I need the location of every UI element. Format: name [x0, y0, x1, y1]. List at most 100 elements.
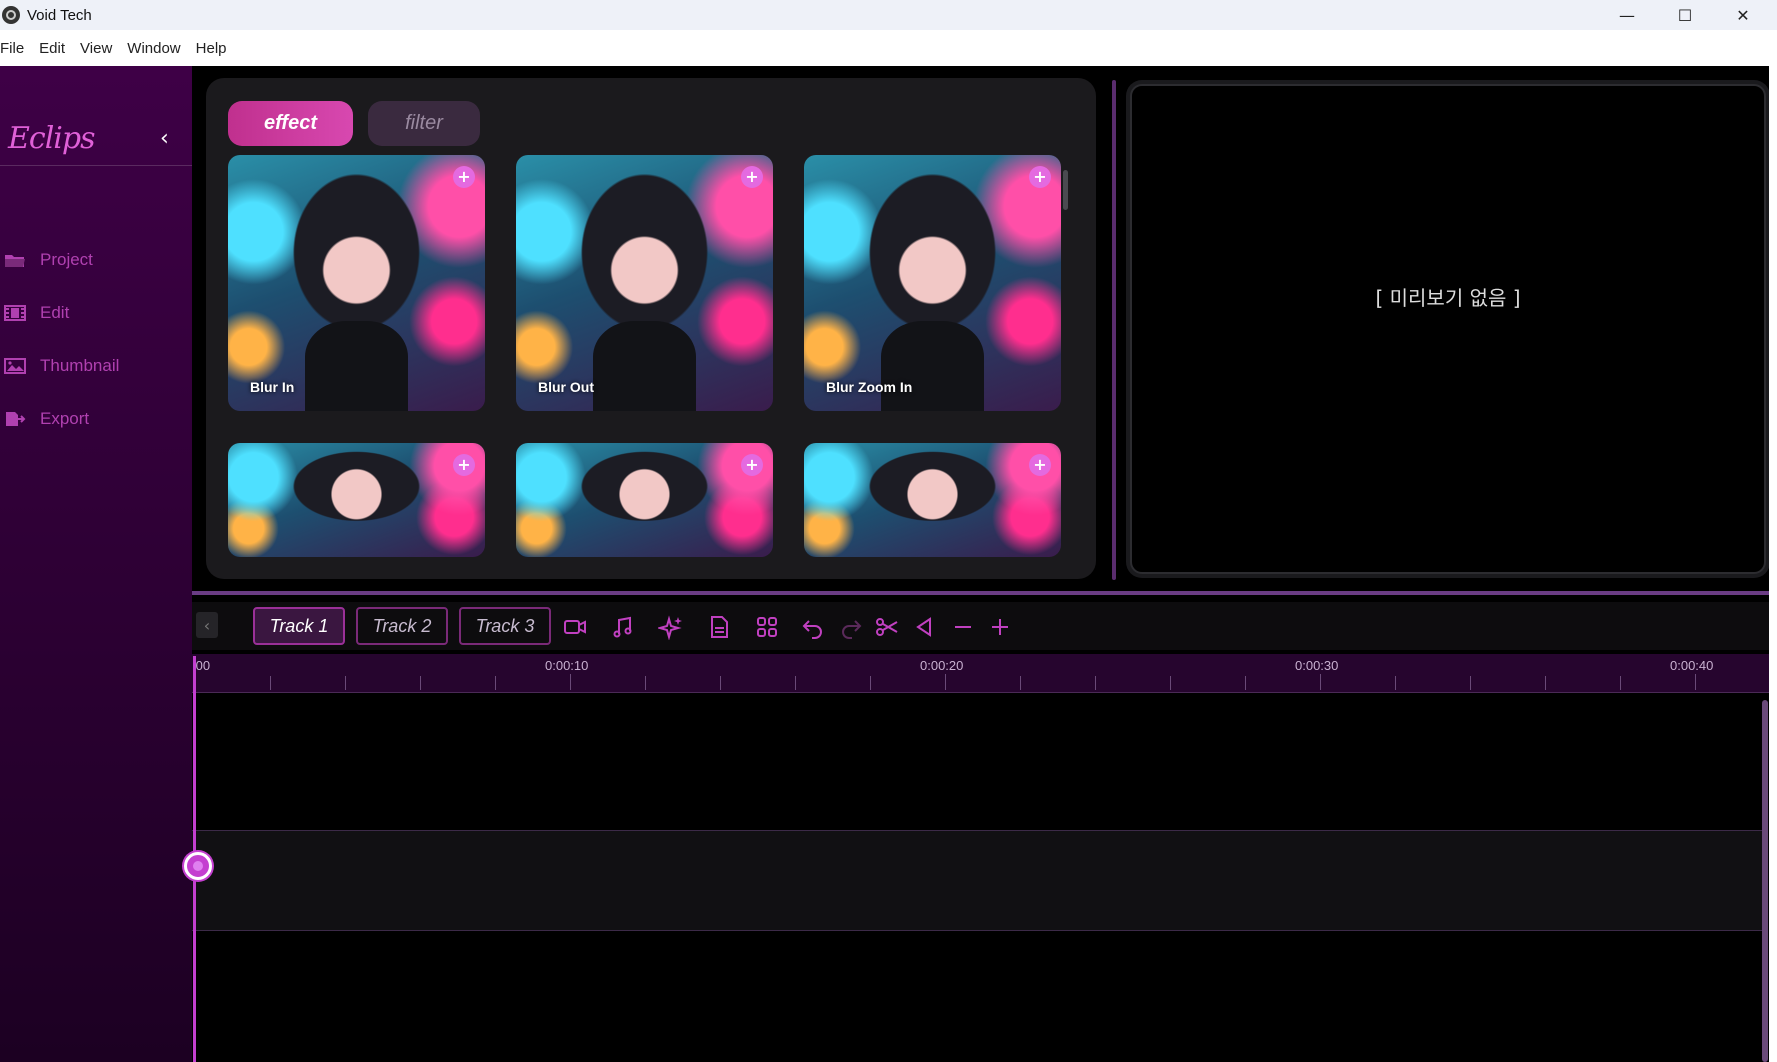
- minimize-button[interactable]: —: [1598, 0, 1656, 30]
- ruler-tick: [495, 676, 496, 690]
- music-icon[interactable]: [610, 614, 636, 640]
- add-effect-button[interactable]: +: [741, 454, 763, 476]
- ruler-tick: [720, 676, 721, 690]
- zoom-in-icon[interactable]: [987, 614, 1013, 640]
- redo-icon[interactable]: [838, 614, 864, 640]
- sidebar-item-label: Thumbnail: [40, 356, 120, 375]
- ruler-tick: [1395, 676, 1396, 690]
- effect-label: Blur Out: [538, 379, 594, 395]
- menu-file[interactable]: File: [0, 40, 24, 57]
- library-scrollbar[interactable]: [1063, 160, 1068, 500]
- thumbnail-image: [305, 321, 408, 411]
- sparkle-icon[interactable]: [656, 614, 684, 641]
- track-1-button[interactable]: Track 1: [253, 607, 345, 645]
- tab-effect[interactable]: effect: [228, 101, 353, 146]
- tab-filter[interactable]: filter: [368, 101, 480, 146]
- ruler-tick: [645, 676, 646, 690]
- ruler-label: 0:00:10: [545, 658, 589, 673]
- effect-card[interactable]: +: [228, 443, 485, 557]
- horizontal-splitter[interactable]: [192, 591, 1769, 595]
- grid-icon[interactable]: [754, 614, 780, 640]
- timeline-lane[interactable]: [192, 830, 1762, 931]
- window-title: Void Tech: [27, 6, 92, 24]
- ruler-tick: [1170, 676, 1171, 690]
- window-edge: [1769, 66, 1777, 1062]
- sidebar-divider: [0, 165, 192, 166]
- vertical-splitter[interactable]: [1112, 80, 1116, 580]
- menu-bar: File Edit View Window Help: [0, 30, 1777, 66]
- ruler-tick: [1470, 676, 1471, 690]
- ruler-tick: [270, 676, 271, 690]
- add-effect-button[interactable]: +: [1029, 166, 1051, 188]
- ruler-tick: [945, 674, 946, 690]
- sidebar-item-label: Export: [40, 409, 90, 428]
- trim-left-icon[interactable]: [912, 614, 938, 640]
- track-2-button[interactable]: Track 2: [356, 607, 448, 645]
- ruler-tick: [795, 676, 796, 690]
- ruler-label: 0:00:40: [1670, 658, 1714, 673]
- collapse-sidebar-button[interactable]: ‹: [160, 126, 169, 151]
- app-icon: [2, 6, 20, 24]
- ruler-label: 0:00:20: [920, 658, 964, 673]
- sidebar-item-project[interactable]: Project: [0, 245, 93, 275]
- sidebar-item-thumbnail[interactable]: Thumbnail: [0, 351, 119, 381]
- folder-icon: [5, 255, 25, 267]
- timeline-ruler[interactable]: :00 0:00:10 0:00:20 0:00:30 0:00:40: [192, 654, 1769, 692]
- maximize-button[interactable]: ☐: [1656, 0, 1714, 30]
- ruler-tick: [1020, 676, 1021, 690]
- ruler-tick: [1695, 674, 1696, 690]
- app-logo: Eclips: [8, 121, 95, 156]
- film-icon: [4, 305, 26, 321]
- thumbnail-image: [593, 321, 696, 411]
- ruler-tick: [1245, 676, 1246, 690]
- ruler-tick: [870, 676, 871, 690]
- ruler-tick: [420, 676, 421, 690]
- effect-label: Blur In: [250, 379, 295, 395]
- image-icon: [4, 358, 26, 374]
- thumbnail-image: [881, 321, 984, 411]
- zoom-out-icon[interactable]: [950, 614, 976, 640]
- title-bar: Void Tech: [0, 0, 1777, 30]
- add-effect-button[interactable]: +: [453, 166, 475, 188]
- menu-window[interactable]: Window: [127, 40, 180, 57]
- sidebar-item-edit[interactable]: Edit: [0, 298, 69, 328]
- effect-card[interactable]: +: [804, 443, 1061, 557]
- menu-help[interactable]: Help: [196, 40, 227, 57]
- ruler-tick: [1095, 676, 1096, 690]
- export-icon: [6, 412, 26, 426]
- ruler-tick: [1320, 674, 1321, 690]
- ruler-label: 0:00:30: [1295, 658, 1339, 673]
- effect-card-blur-zoom-in[interactable]: + Blur Zoom In: [804, 155, 1061, 411]
- ruler-tick: [570, 674, 571, 690]
- scissors-icon[interactable]: [874, 614, 900, 640]
- add-effect-button[interactable]: +: [453, 454, 475, 476]
- preview-panel: [ 미리보기 없음 ]: [1130, 84, 1766, 574]
- effect-label: Blur Zoom In: [826, 379, 913, 395]
- document-icon[interactable]: [706, 614, 732, 640]
- timeline-tracks[interactable]: [192, 693, 1769, 1062]
- effect-card[interactable]: +: [516, 443, 773, 557]
- add-effect-button[interactable]: +: [741, 166, 763, 188]
- playhead-handle[interactable]: [184, 852, 212, 880]
- preview-empty-text: [ 미리보기 없음 ]: [1375, 285, 1521, 310]
- menu-edit[interactable]: Edit: [39, 40, 65, 57]
- scrollbar-thumb[interactable]: [1063, 170, 1068, 210]
- sidebar-item-label: Edit: [40, 303, 70, 322]
- effect-card-blur-in[interactable]: + Blur In: [228, 155, 485, 411]
- sidebar-item-export[interactable]: Export: [0, 404, 89, 434]
- video-icon[interactable]: [562, 614, 588, 640]
- sidebar: Eclips ‹ Project Edit Thumbnail Export: [0, 66, 192, 1062]
- timeline-toolbar: ‹ Track 1 Track 2 Track 3: [192, 602, 1769, 650]
- toolbar-back-button[interactable]: ‹: [196, 612, 218, 638]
- add-effect-button[interactable]: +: [1029, 454, 1051, 476]
- effect-card-blur-out[interactable]: + Blur Out: [516, 155, 773, 411]
- menu-view[interactable]: View: [80, 40, 112, 57]
- ruler-tick: [345, 676, 346, 690]
- close-button[interactable]: ✕: [1714, 0, 1772, 30]
- timeline-scrollbar[interactable]: [1762, 700, 1768, 1062]
- undo-icon[interactable]: [800, 614, 826, 640]
- ruler-tick: [1620, 676, 1621, 690]
- ruler-tick: [1545, 676, 1546, 690]
- track-3-button[interactable]: Track 3: [459, 607, 551, 645]
- effect-library-panel: effect filter + Blur In + Blur Out + Blu…: [206, 78, 1096, 579]
